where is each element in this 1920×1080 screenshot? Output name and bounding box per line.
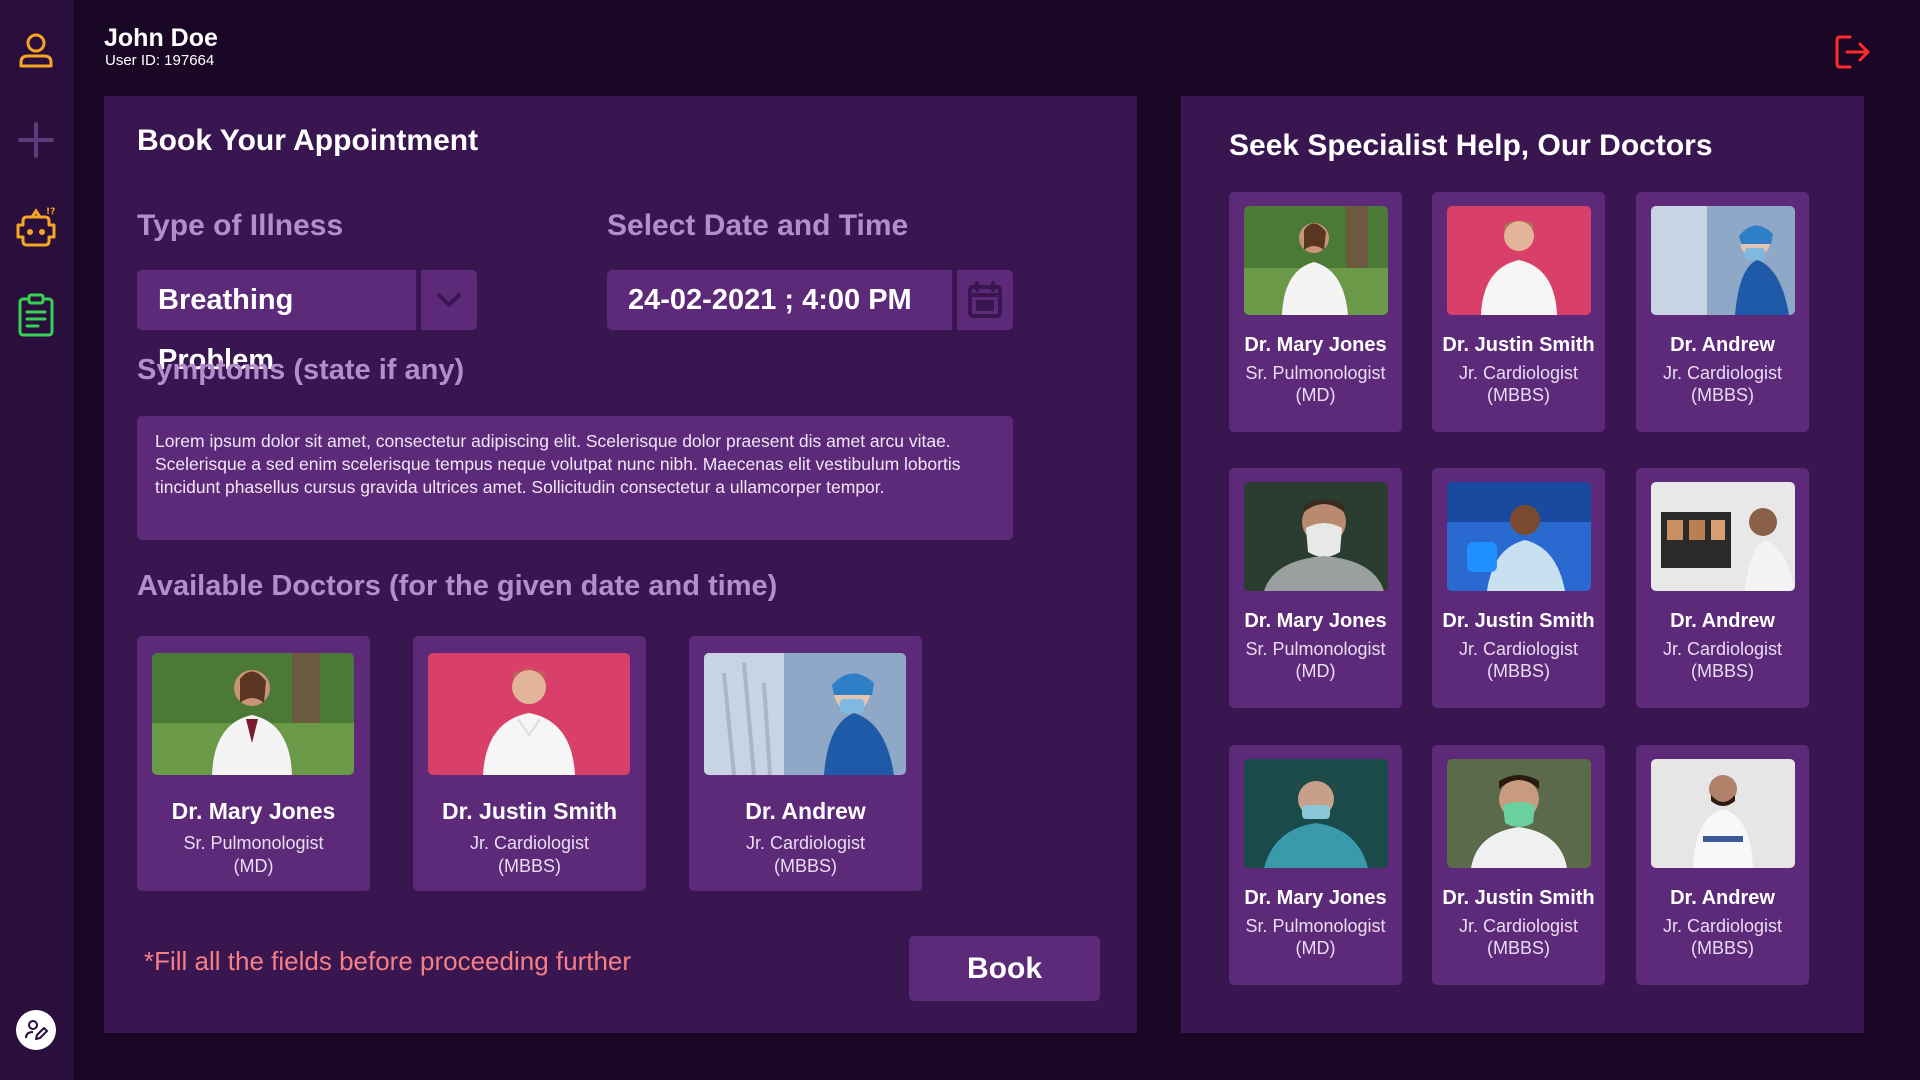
doctor-degree: (MBBS) — [1691, 661, 1754, 681]
doctor-specialty: Sr. Pulmonologist — [183, 833, 324, 853]
doctor-specialty: Jr. Cardiologist — [469, 833, 590, 853]
specialist-card[interactable]: Dr. Mary Jones Sr. Pulmonologist (MD) — [1229, 468, 1402, 708]
doctor-photo — [428, 653, 630, 775]
datetime-label: Select Date and Time — [607, 209, 909, 242]
doctor-degree: (MD) — [1295, 661, 1336, 681]
svg-text:!?: !? — [46, 207, 55, 217]
doctor-name: Dr. Justin Smith — [441, 798, 618, 824]
doctor-specialty: Jr. Cardiologist — [1662, 916, 1783, 936]
specialist-card[interactable]: Dr. Mary Jones Sr. Pulmonologist (MD) — [1229, 745, 1402, 985]
doctor-degree: (MBBS) — [1691, 938, 1754, 958]
doctor-photo — [1447, 482, 1591, 591]
book-button[interactable]: Book — [909, 936, 1100, 1001]
doctor-photo — [1651, 759, 1795, 868]
doctor-degree: (MD) — [233, 856, 274, 876]
doctor-photo — [152, 653, 354, 775]
available-doctor-card[interactable]: Dr. Justin Smith Jr. Cardiologist (MBBS) — [413, 636, 646, 891]
specialist-card[interactable]: Dr. Andrew Jr. Cardiologist (MBBS) — [1636, 745, 1809, 985]
logout-icon[interactable] — [1832, 32, 1872, 72]
illness-value[interactable]: Breathing Problem — [137, 270, 416, 376]
doctor-photo — [1244, 482, 1388, 591]
user-name: John Doe — [104, 24, 218, 52]
doctor-degree: (MD) — [1295, 385, 1336, 405]
specialist-card[interactable]: Dr. Justin Smith Jr. Cardiologist (MBBS) — [1432, 745, 1605, 985]
doctor-name: Dr. Andrew — [1670, 887, 1775, 909]
user-icon[interactable] — [13, 27, 59, 73]
available-doctor-card[interactable]: Dr. Andrew Jr. Cardiologist (MBBS) — [689, 636, 922, 891]
illness-dropdown[interactable]: Breathing Problem — [137, 270, 477, 376]
symptoms-label: Symptoms (state if any) — [137, 354, 465, 386]
datetime-value[interactable]: 24-02-2021 ; 4:00 PM — [607, 270, 952, 330]
illness-label: Type of Illness — [137, 209, 344, 242]
doctor-name: Dr. Andrew — [1670, 334, 1775, 356]
clipboard-icon[interactable] — [13, 292, 59, 338]
doctor-specialty: Jr. Cardiologist — [1458, 363, 1579, 383]
specialists-title: Seek Specialist Help, Our Doctors — [1229, 129, 1713, 162]
specialists-panel: Seek Specialist Help, Our Doctors Dr. Ma… — [1181, 96, 1864, 1033]
booking-title: Book Your Appointment — [137, 124, 479, 157]
doctor-name: Dr. Mary Jones — [1244, 610, 1387, 632]
doctor-photo — [1244, 206, 1388, 315]
doctor-degree: (MBBS) — [774, 856, 837, 876]
doctor-photo — [1651, 482, 1795, 591]
doctor-photo — [1447, 206, 1591, 315]
calendar-icon[interactable] — [957, 270, 1013, 330]
doctor-degree: (MD) — [1295, 938, 1336, 958]
doctor-name: Dr. Mary Jones — [1244, 334, 1387, 356]
doctor-photo — [1651, 206, 1795, 315]
plus-icon[interactable] — [13, 117, 59, 163]
available-doctor-card[interactable]: Dr. Mary Jones Sr. Pulmonologist (MD) — [137, 636, 370, 891]
doctor-specialty: Sr. Pulmonologist — [1245, 639, 1386, 659]
doctor-name: Dr. Andrew — [745, 798, 866, 824]
doctor-degree: (MBBS) — [1487, 661, 1550, 681]
doctor-photo — [704, 653, 906, 775]
doctor-name: Dr. Justin Smith — [1442, 334, 1595, 356]
doctor-specialty: Sr. Pulmonologist — [1245, 363, 1386, 383]
doctor-photo — [1244, 759, 1388, 868]
specialist-card[interactable]: Dr. Andrew Jr. Cardiologist (MBBS) — [1636, 192, 1809, 432]
validation-warning: *Fill all the fields before proceeding f… — [144, 946, 632, 976]
doctor-specialty: Jr. Cardiologist — [1458, 916, 1579, 936]
doctor-specialty: Sr. Pulmonologist — [1245, 916, 1386, 936]
doctor-name: Dr. Justin Smith — [1442, 610, 1595, 632]
doctor-photo — [1447, 759, 1591, 868]
doctor-specialty: Jr. Cardiologist — [1662, 639, 1783, 659]
doctor-name: Dr. Mary Jones — [1244, 887, 1387, 909]
available-doctors-label: Available Doctors (for the given date an… — [137, 570, 778, 602]
doctor-specialty: Jr. Cardiologist — [745, 833, 866, 853]
datetime-field[interactable]: 24-02-2021 ; 4:00 PM — [607, 270, 1013, 330]
doctor-name: Dr. Justin Smith — [1442, 887, 1595, 909]
edit-profile-icon[interactable] — [16, 1010, 56, 1050]
user-id: User ID: 197664 — [105, 52, 215, 69]
specialist-card[interactable]: Dr. Mary Jones Sr. Pulmonologist (MD) — [1229, 192, 1402, 432]
doctor-name: Dr. Mary Jones — [171, 798, 336, 824]
sidebar: !? — [0, 0, 74, 1080]
doctor-degree: (MBBS) — [1487, 385, 1550, 405]
doctor-degree: (MBBS) — [498, 856, 561, 876]
doctor-specialty: Jr. Cardiologist — [1458, 639, 1579, 659]
doctor-degree: (MBBS) — [1487, 938, 1550, 958]
chevron-down-icon[interactable] — [421, 270, 477, 330]
specialist-card[interactable]: Dr. Justin Smith Jr. Cardiologist (MBBS) — [1432, 192, 1605, 432]
doctor-name: Dr. Andrew — [1670, 610, 1775, 632]
robot-icon[interactable]: !? — [13, 205, 59, 251]
specialist-card[interactable]: Dr. Andrew Jr. Cardiologist (MBBS) — [1636, 468, 1809, 708]
specialist-card[interactable]: Dr. Justin Smith Jr. Cardiologist (MBBS) — [1432, 468, 1605, 708]
booking-panel: Book Your Appointment Type of Illness Se… — [104, 96, 1137, 1033]
doctor-specialty: Jr. Cardiologist — [1662, 363, 1783, 383]
symptoms-textarea[interactable]: Lorem ipsum dolor sit amet, consectetur … — [137, 416, 1013, 540]
doctor-degree: (MBBS) — [1691, 385, 1754, 405]
